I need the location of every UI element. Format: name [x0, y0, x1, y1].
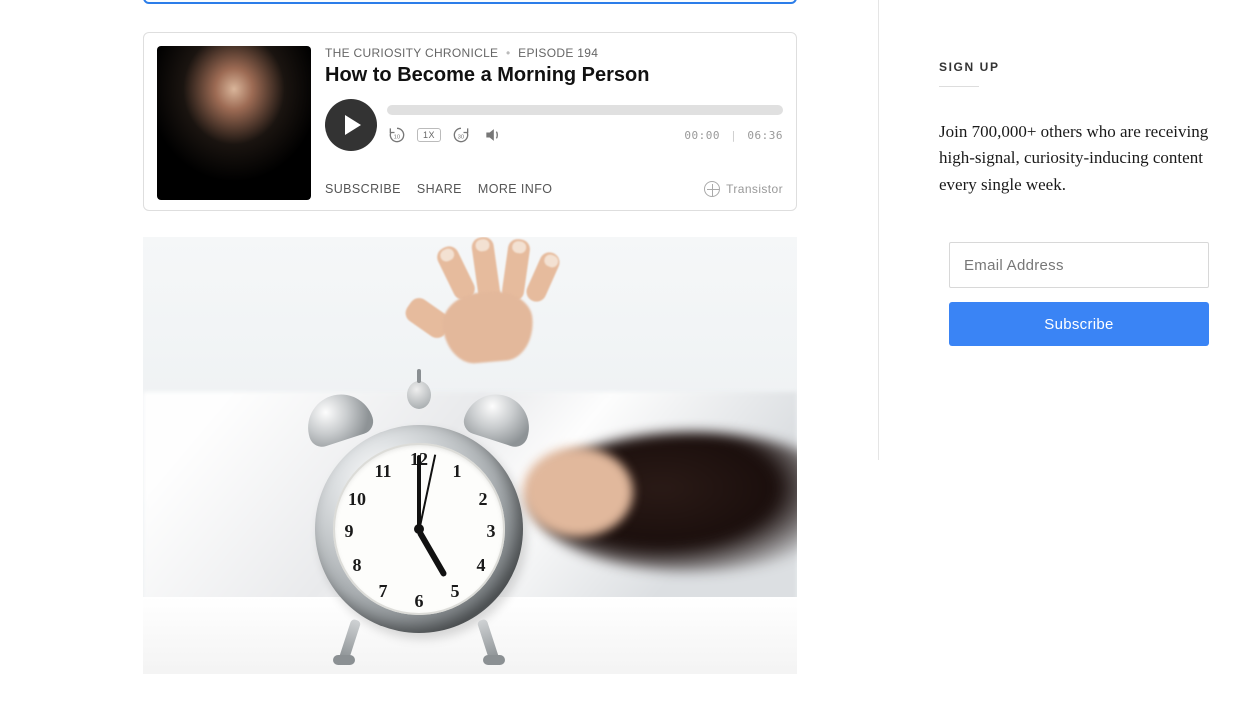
clock-num: 11 — [371, 461, 395, 482]
play-button[interactable] — [325, 99, 377, 151]
volume-icon[interactable] — [483, 125, 503, 145]
podcast-meta: THE CURIOSITY CHRONICLE • EPISODE 194 — [325, 46, 783, 60]
podcast-title: How to Become a Morning Person — [325, 64, 783, 87]
email-field[interactable] — [949, 242, 1209, 288]
podcast-footer: SUBSCRIBE SHARE MORE INFO Transistor — [325, 181, 783, 197]
playback-speed[interactable]: 1X — [417, 128, 441, 142]
clock-num: 10 — [345, 489, 369, 510]
skip-back-icon[interactable]: 10 — [387, 125, 407, 145]
signup-heading: SIGN UP — [939, 60, 979, 87]
podcast-artwork — [157, 46, 311, 200]
subscribe-link[interactable]: SUBSCRIBE — [325, 182, 401, 196]
subscribe-button[interactable]: Subscribe — [949, 302, 1209, 346]
alarm-clock: 12 1 2 3 4 5 6 7 8 9 10 11 — [303, 347, 538, 667]
time-display: 00:00 | 06:36 — [684, 129, 783, 142]
clock-num: 4 — [469, 555, 493, 576]
signup-copy: Join 700,000+ others who are receiving h… — [939, 119, 1219, 198]
clock-num: 8 — [345, 555, 369, 576]
transistor-icon — [704, 181, 720, 197]
clock-num: 2 — [471, 489, 495, 510]
svg-text:30: 30 — [458, 134, 465, 140]
podcast-body: THE CURIOSITY CHRONICLE • EPISODE 194 Ho… — [325, 46, 783, 197]
meta-separator: • — [506, 46, 511, 60]
clock-num: 6 — [407, 591, 431, 612]
transistor-brand[interactable]: Transistor — [704, 181, 783, 197]
embed-outline — [143, 0, 797, 4]
svg-text:10: 10 — [394, 134, 401, 140]
share-link[interactable]: SHARE — [417, 182, 462, 196]
clock-num: 1 — [445, 461, 469, 482]
progress-track[interactable] — [387, 105, 783, 115]
podcast-episode-label: EPISODE 194 — [518, 46, 598, 60]
podcast-show-name: THE CURIOSITY CHRONICLE — [325, 46, 498, 60]
article-hero-image: 12 1 2 3 4 5 6 7 8 9 10 11 — [143, 237, 797, 674]
time-current: 00:00 — [684, 129, 720, 142]
podcast-player: THE CURIOSITY CHRONICLE • EPISODE 194 Ho… — [143, 32, 797, 211]
more-info-link[interactable]: MORE INFO — [478, 182, 552, 196]
clock-num: 5 — [443, 581, 467, 602]
signup-sidebar: SIGN UP Join 700,000+ others who are rec… — [878, 0, 1250, 460]
clock-num: 7 — [371, 581, 395, 602]
clock-num: 3 — [479, 521, 503, 542]
skip-forward-icon[interactable]: 30 — [451, 125, 471, 145]
podcast-controls: 10 1X 30 — [325, 99, 783, 151]
brand-label: Transistor — [726, 182, 783, 196]
time-total: 06:36 — [747, 129, 783, 142]
clock-num: 9 — [337, 521, 361, 542]
